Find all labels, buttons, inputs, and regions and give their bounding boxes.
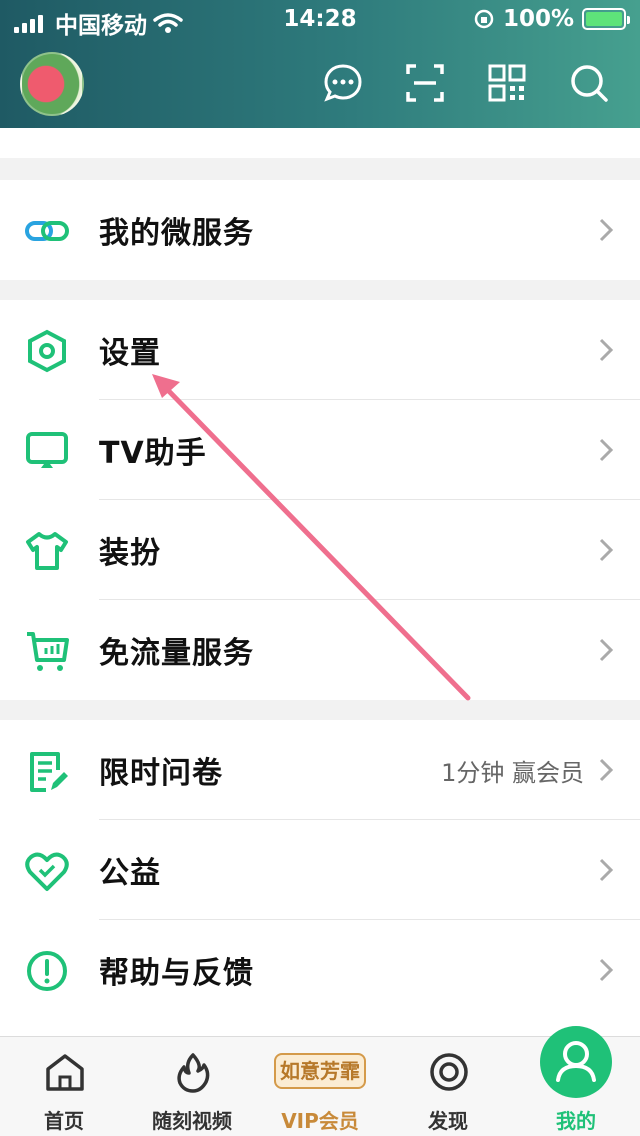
tshirt-icon [26,532,68,570]
menu-item-label: TV助手 [99,436,207,471]
app-header: 中国移动 14:28 100% [0,0,640,128]
status-bar: 中国移动 14:28 100% [0,0,640,40]
tab-home[interactable]: 首页 [0,1037,128,1136]
vip-badge: 如意芳霏 [274,1053,366,1089]
menu-item-label: 帮助与反馈 [99,956,254,991]
menu-item-dress-up[interactable]: 装扮 [0,500,640,600]
avatar[interactable] [20,52,84,116]
chevron-right-icon [599,758,614,782]
message-icon[interactable] [322,62,364,104]
link-icon [25,221,69,241]
chevron-right-icon [599,338,614,362]
survey-icon [30,752,68,792]
menu-item-survey[interactable]: 限时问卷 1分钟 赢会员 [0,720,640,820]
discover-icon [430,1053,468,1091]
tab-label: VIP会员 [281,1109,359,1133]
settings-hexagon-icon [28,329,66,373]
cart-icon [27,632,69,671]
survey-promo-text: 1分钟 赢会员 [441,758,584,787]
menu-item-label: 免流量服务 [99,636,254,671]
menu-item-label: 装扮 [99,536,161,571]
home-icon [46,1054,84,1091]
tab-video[interactable]: 随刻视频 [128,1037,256,1136]
tab-label: 发现 [428,1109,468,1133]
menu-item-free-data[interactable]: 免流量服务 [0,600,640,700]
heart-icon [25,852,69,891]
battery-percent: 100% [502,6,574,32]
tab-discover[interactable]: 发现 [384,1037,512,1136]
menu-item-tv-assistant[interactable]: TV助手 [0,400,640,500]
menu-item-micro-service[interactable]: 我的微服务 [0,180,640,280]
flame-icon [177,1053,210,1093]
top-strip [0,128,640,158]
menu-item-help-feedback[interactable]: 帮助与反馈 [0,920,640,1020]
chevron-right-icon [599,218,614,242]
scan-icon[interactable] [404,62,446,104]
chevron-right-icon [599,538,614,562]
menu-item-settings[interactable]: 设置 [0,300,640,400]
menu-group-1: 我的微服务 [0,180,640,280]
tab-label: 随刻视频 [152,1109,232,1133]
orientation-lock-icon [474,9,494,29]
tab-vip[interactable]: 如意芳霏 VIP会员 [256,1037,384,1136]
chevron-right-icon [599,858,614,882]
menu-item-label: 限时问卷 [99,756,223,791]
help-icon [27,951,67,991]
menu-group-3: 限时问卷 1分钟 赢会员 公益 帮助与反馈 [0,720,640,1040]
chevron-right-icon [599,958,614,982]
me-icon[interactable] [540,1026,612,1098]
menu-item-label: 公益 [99,856,161,891]
tab-label: 首页 [44,1109,84,1133]
menu-item-label: 我的微服务 [99,216,254,251]
menu-content: 我的微服务 设置 TV助手 装扮 免流量服务 限时问卷 1分钟 赢会员 公益 帮… [0,128,640,1040]
tab-label: 我的 [556,1109,596,1133]
chevron-right-icon [599,638,614,662]
menu-item-label: 设置 [99,336,161,371]
chevron-right-icon [599,438,614,462]
battery-icon [582,8,630,30]
search-icon[interactable] [568,62,610,104]
tv-icon [26,432,68,468]
qr-code-icon[interactable] [486,62,528,104]
menu-item-charity[interactable]: 公益 [0,820,640,920]
menu-group-2: 设置 TV助手 装扮 免流量服务 [0,300,640,700]
